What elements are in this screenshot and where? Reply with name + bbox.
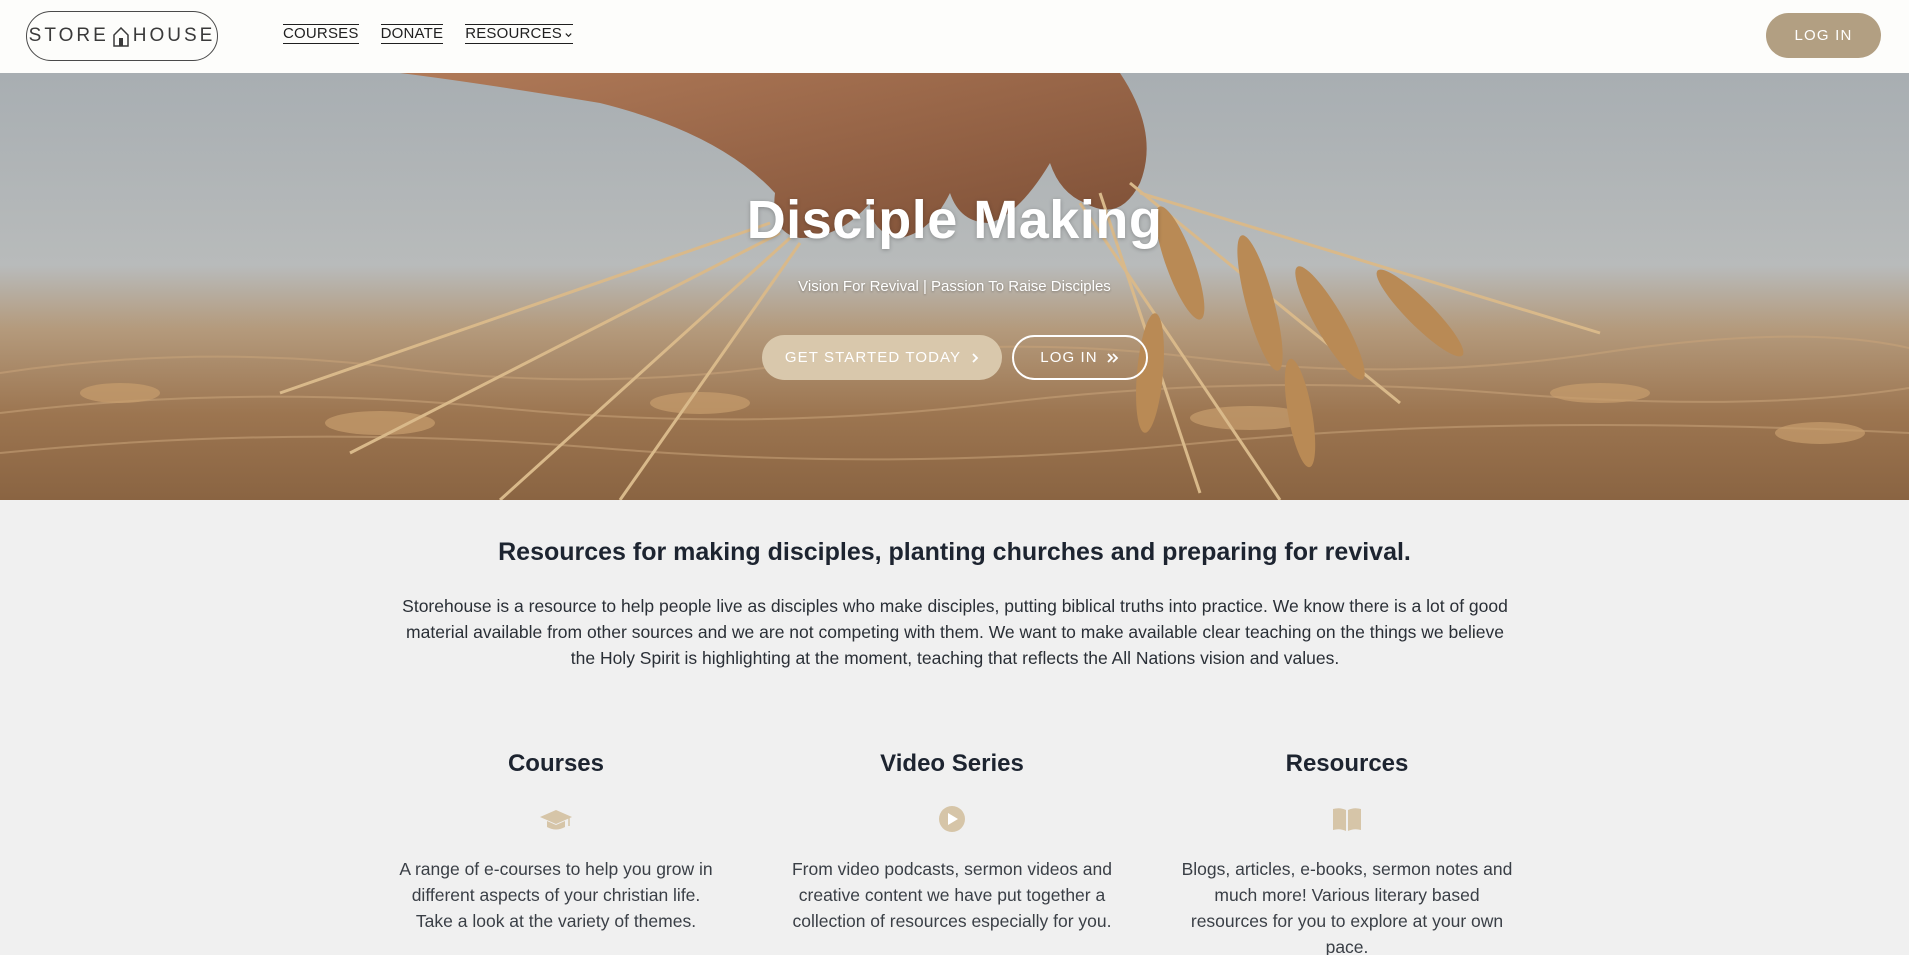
- graduation-cap-icon: [540, 810, 572, 830]
- hero-title: Disciple Making: [746, 190, 1163, 250]
- video-series-feature: Video Series From video podcasts, sermon…: [782, 750, 1122, 934]
- logo-text-left: STORE: [28, 25, 109, 46]
- storehouse-logo[interactable]: STORE HOUSE: [26, 11, 218, 61]
- intro-line: the Holy Spirit is highlighting at the m…: [570, 648, 1340, 668]
- resources-description: Blogs, articles, e-books, sermon notes a…: [1181, 859, 1513, 955]
- video-series-title: Video Series: [880, 750, 1024, 777]
- courses-feature: Courses A range of e-courses to help you…: [386, 750, 726, 934]
- nav-donate[interactable]: DONATE: [380, 24, 444, 44]
- chevron-right-icon: [972, 352, 979, 363]
- intro-paragraph: Storehouse is a resource to help people …: [390, 593, 1520, 671]
- hero-subtitle: Vision For Revival | Passion To Raise Di…: [798, 278, 1111, 295]
- hero-actions: GET STARTED TODAY LOG IN: [0, 335, 1909, 380]
- intro-line: Storehouse is a resource to help people …: [402, 596, 1508, 616]
- resources-feature: Resources Blogs, articles, e-books, serm…: [1177, 750, 1517, 955]
- hero-login-button[interactable]: LOG IN: [1012, 335, 1148, 380]
- intro-line: material available from other sources an…: [406, 622, 1504, 642]
- open-book-icon: [1333, 808, 1361, 831]
- double-chevron-right-icon: [1107, 352, 1118, 363]
- video-series-description: From video podcasts, sermon videos and c…: [791, 859, 1113, 931]
- logo-text-right: HOUSE: [132, 25, 216, 46]
- play-circle-icon: [939, 806, 965, 832]
- courses-title: Courses: [507, 750, 605, 777]
- hero-banner: Disciple Making Vision For Revival | Pas…: [0, 73, 1909, 500]
- chevron-down-icon: [565, 32, 572, 37]
- site-header: STORE HOUSE COURSES DONATE RESOURCES LOG…: [0, 0, 1909, 73]
- courses-description: A range of e-courses to help you grow in…: [399, 859, 713, 931]
- resources-title: Resources: [1285, 750, 1409, 777]
- main-nav: COURSES DONATE RESOURCES: [283, 24, 574, 44]
- intro-heading: Resources for making disciples, planting…: [498, 538, 1411, 566]
- house-icon: [113, 27, 129, 47]
- header-login-button[interactable]: LOG IN: [1766, 13, 1881, 58]
- nav-resources[interactable]: RESOURCES: [465, 24, 574, 44]
- get-started-button[interactable]: GET STARTED TODAY: [762, 335, 1002, 380]
- nav-courses[interactable]: COURSES: [283, 24, 359, 44]
